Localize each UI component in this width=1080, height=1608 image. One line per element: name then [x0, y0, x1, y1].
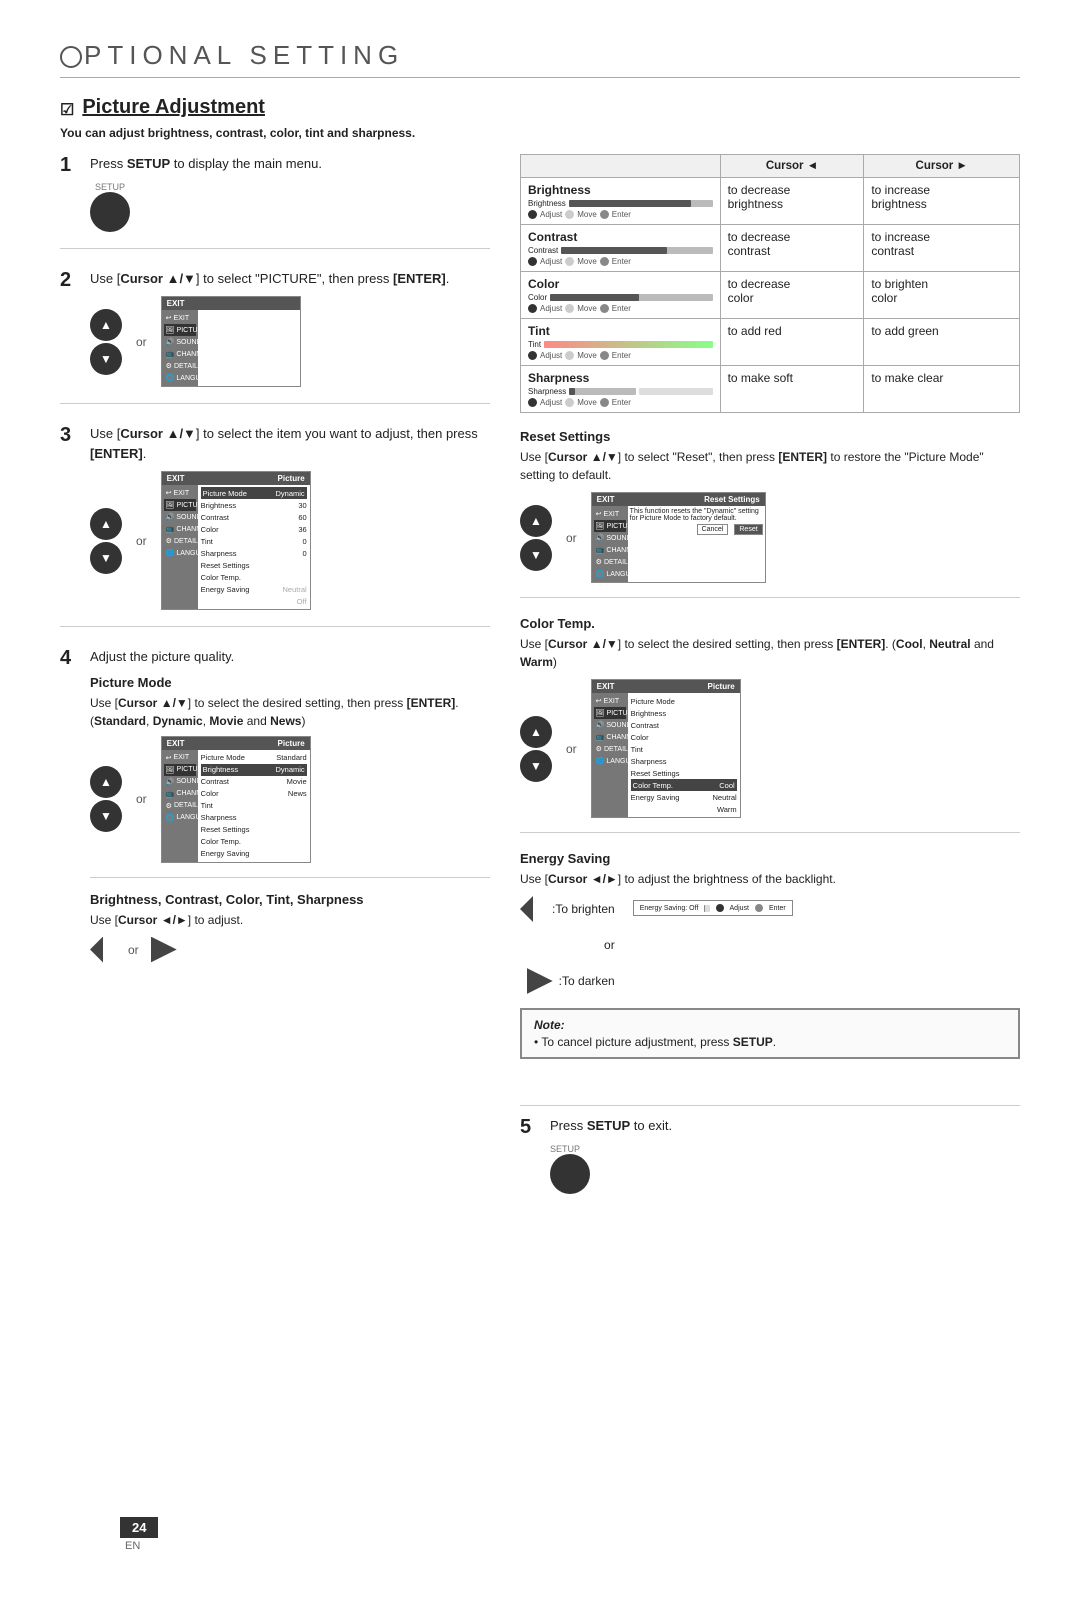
left-brighten-arrow-icon [520, 896, 546, 922]
table-row-tint: Tint Tint Adjust Move Enter to add [521, 319, 1020, 366]
brightness-section-title: Brightness, Contrast, Color, Tint, Sharp… [90, 892, 490, 907]
right-arrow-icon [151, 937, 177, 963]
up-arrow-icon: ▲ [90, 309, 122, 341]
energy-saving-title: Energy Saving [520, 851, 1020, 866]
menu-screenshot-3: EXITPicture ↩EXIT 🖼PICTURE 🔊SOUND 📺CHANN… [161, 471, 311, 610]
menu-screenshot-reset: EXITReset Settings ↩EXIT 🖼PICTURE 🔊SOUND… [591, 492, 766, 583]
reset-settings-title: Reset Settings [520, 429, 1020, 444]
table-row-color: Color Color Adjust Move Enter [521, 272, 1020, 319]
down-arrow-reset-icon: ▼ [520, 539, 552, 571]
down-arrow-pm-icon: ▼ [90, 800, 122, 832]
brighten-label: :To brighten [552, 902, 615, 916]
checkmark-icon: ☑ [60, 100, 74, 120]
menu-screenshot-2: EXIT ↩EXIT 🖼PICTURE 🔊SOUND 📺CHANNEL ⚙DET… [161, 296, 301, 387]
up-arrow-ct-icon: ▲ [520, 716, 552, 748]
energy-bar: Energy Saving: Off Adjust Enter [633, 900, 793, 916]
color-temp-section: Color Temp. Use [Cursor ▲/▼] to select t… [520, 616, 1020, 833]
right-darken-arrow-icon [527, 968, 553, 994]
section-subtitle: You can adjust brightness, contrast, col… [60, 126, 1020, 140]
up-down-buttons: ▲ ▼ [90, 309, 122, 375]
o-circle-icon [60, 46, 82, 68]
energy-saving-section: Energy Saving Use [Cursor ◄/►] to adjust… [520, 851, 1020, 1087]
up-down-buttons-reset: ▲ ▼ [520, 505, 552, 571]
picture-mode-text: Use [Cursor ▲/▼] to select the desired s… [90, 694, 490, 730]
up-arrow-icon-3: ▲ [90, 508, 122, 540]
step-2: 2 Use [Cursor ▲/▼] to select "PICTURE", … [60, 269, 490, 405]
menu-screenshot-ct: EXITPicture ↩EXIT 🖼PICTURE 🔊SOUND 📺CHANN… [591, 679, 741, 818]
down-arrow-ct-icon: ▼ [520, 750, 552, 782]
up-arrow-pm-icon: ▲ [90, 766, 122, 798]
note-box: Note: • To cancel picture adjustment, pr… [520, 1008, 1020, 1059]
darken-label: :To darken [559, 974, 615, 988]
setup-button-icon [90, 192, 130, 232]
color-temp-title: Color Temp. [520, 616, 1020, 631]
down-arrow-icon-3: ▼ [90, 542, 122, 574]
table-row-contrast: Contrast Contrast Adjust Move Enter [521, 225, 1020, 272]
left-arrow-icon [90, 937, 116, 963]
section-title: Picture Adjustment [82, 96, 265, 119]
table-row-sharpness: Sharpness Sharpness Adjust Move [521, 366, 1020, 413]
step-5: 5 Press SETUP to exit. SETUP [520, 1105, 1020, 1194]
setup-exit-button-icon [550, 1154, 590, 1194]
down-arrow-icon: ▼ [90, 343, 122, 375]
step-4: 4 Adjust the picture quality. Picture Mo… [60, 647, 490, 979]
up-arrow-reset-icon: ▲ [520, 505, 552, 537]
page-lang: EN [125, 1540, 140, 1552]
up-down-buttons-ct: ▲ ▼ [520, 716, 552, 782]
step-3: 3 Use [Cursor ▲/▼] to select the item yo… [60, 424, 490, 627]
picture-mode-title: Picture Mode [90, 675, 490, 690]
up-down-buttons-pm: ▲ ▼ [90, 766, 122, 832]
page-title: PTIONAL SETTING [60, 40, 1020, 78]
menu-screenshot-pm: EXITPicture ↩EXIT 🖼PICTURE 🔊SOUND 📺CHANN… [161, 736, 311, 863]
reset-settings-section: Reset Settings Use [Cursor ▲/▼] to selec… [520, 429, 1020, 598]
table-row-brightness: Brightness Brightness Adjust Move Ente [521, 178, 1020, 225]
step-1: 1 Press SETUP to display the main menu. … [60, 154, 490, 249]
adjustment-table: Cursor ◄ Cursor ► Brightness Brightness [520, 154, 1020, 413]
up-down-buttons-3: ▲ ▼ [90, 508, 122, 574]
